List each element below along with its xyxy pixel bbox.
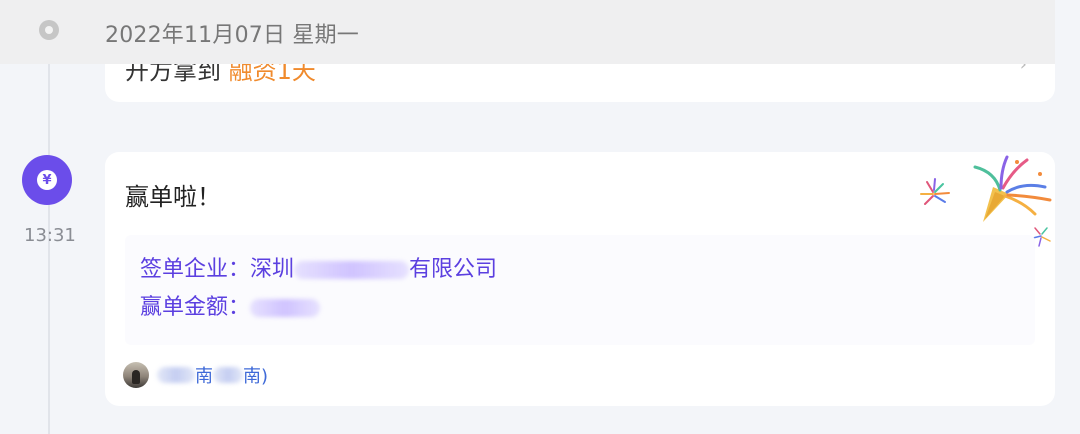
author-name-part2: 南): [243, 366, 269, 387]
author-name-part1: 南: [195, 366, 213, 387]
redacted-author-name: [213, 367, 243, 383]
signing-company-row: 签单企业：深圳 有限公司: [140, 251, 497, 283]
date-header: 2022年11月07日 星期一: [0, 0, 1055, 64]
signing-company-value-end: 有限公司: [409, 257, 498, 282]
redacted-deal-amount: [250, 299, 321, 317]
timeline-dot-icon: [39, 20, 59, 40]
redacted-author-name: [157, 367, 195, 383]
deal-amount-row: 赢单金额：: [140, 289, 321, 321]
card-title: 赢单啦！: [125, 183, 221, 211]
win-deal-card[interactable]: 赢单啦！ 签单企业：深圳 有限公司 赢单金额： 南 南): [105, 152, 1055, 406]
date-label: 2022年11月07日 星期一: [105, 23, 359, 48]
previous-event-card[interactable]: 开方拿到 融资1天 ›: [105, 64, 1055, 102]
chevron-right-icon[interactable]: ›: [1020, 64, 1027, 75]
redacted-company-name: [294, 261, 410, 279]
previous-event-text: 开方拿到 融资1天: [125, 64, 316, 86]
signing-company-label: 签单企业：: [140, 257, 251, 282]
yen-event-icon: ¥: [22, 155, 72, 205]
event-time: 13:31: [24, 225, 76, 246]
deal-info-box: 签单企业：深圳 有限公司 赢单金额：: [125, 235, 1035, 345]
yen-icon: ¥: [37, 170, 57, 190]
author[interactable]: 南 南): [123, 362, 268, 388]
previous-event-text-prefix: 开方拿到: [125, 64, 221, 85]
signing-company-value-start: 深圳: [250, 257, 295, 282]
deal-amount-label: 赢单金额：: [140, 295, 251, 320]
previous-event-text-accent: 融资1天: [228, 64, 316, 85]
avatar[interactable]: [123, 362, 149, 388]
